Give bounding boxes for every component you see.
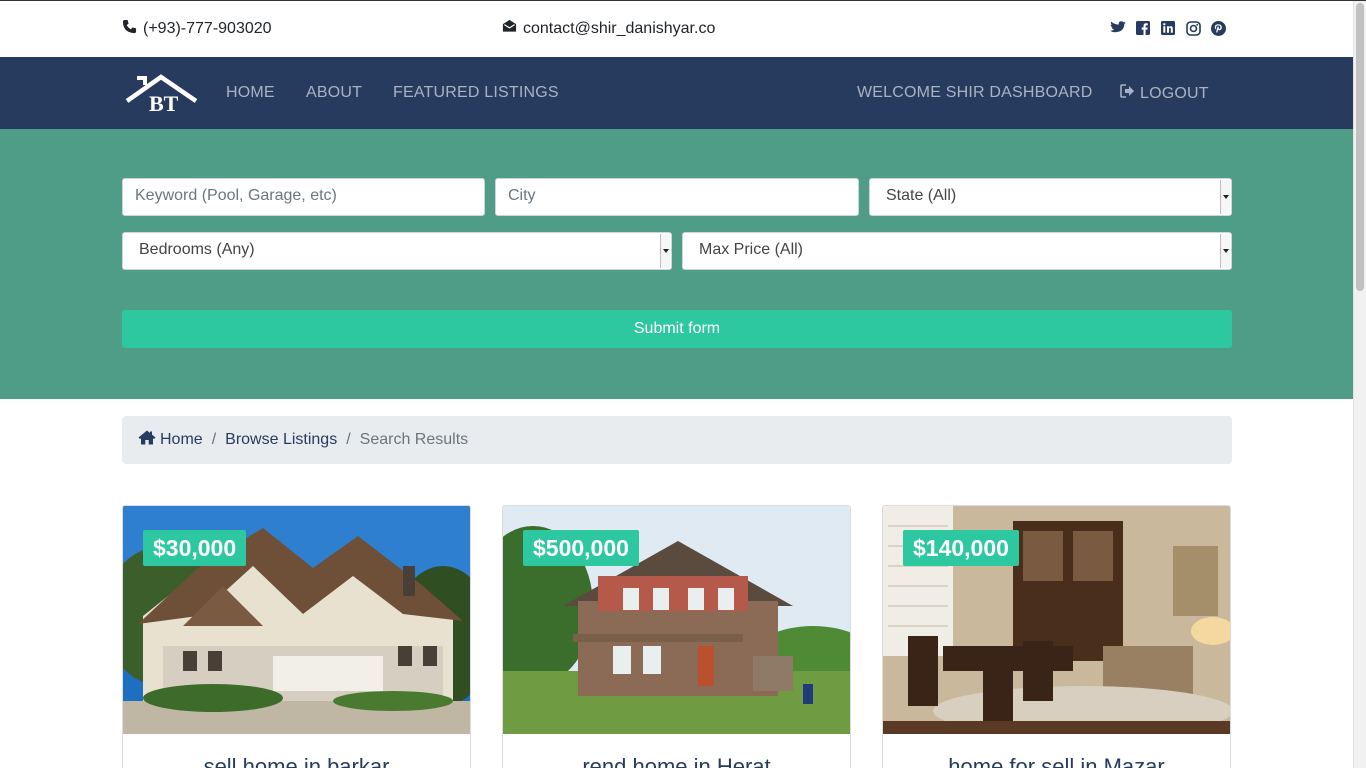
state-select[interactable]: State (All) — [869, 178, 1232, 216]
listing-price-badge: $500,000 — [523, 530, 639, 566]
top-contact-bar: (+93)-777-903020 contact@shir_danishyar.… — [0, 1, 1353, 57]
listing-card[interactable]: $30,000 sell home in barkar — [122, 505, 471, 768]
max-price-select-value: Max Price (All) — [699, 241, 804, 258]
home-icon — [138, 430, 156, 450]
listing-price-badge: $30,000 — [143, 530, 247, 566]
pinterest-icon[interactable] — [1210, 20, 1226, 36]
listing-card[interactable]: $500,000 rend home in Herat — [502, 505, 851, 768]
listing-photo: $30,000 — [123, 506, 470, 734]
listing-price-badge: $140,000 — [903, 530, 1019, 566]
brand-logo[interactable]: BT — [125, 73, 199, 116]
submit-button[interactable]: Submit form — [122, 310, 1232, 348]
breadcrumb: Home / Browse Listings / Search Results — [122, 416, 1232, 464]
phone-icon — [122, 19, 137, 39]
dropdown-arrow-icon — [1220, 180, 1230, 214]
social-links — [1110, 20, 1226, 36]
main-navbar: BT HOME ABOUT FEATURED LISTINGS WELCOME … — [0, 57, 1353, 129]
phone-contact: (+93)-777-903020 — [122, 19, 272, 39]
twitter-icon[interactable] — [1110, 20, 1126, 36]
dropdown-arrow-icon — [660, 234, 670, 268]
breadcrumb-current: Search Results — [359, 431, 469, 448]
phone-number: (+93)-777-903020 — [143, 20, 272, 37]
email-contact: contact@shir_danishyar.co — [502, 19, 715, 38]
listing-title[interactable]: sell home in barkar — [123, 754, 470, 768]
facebook-icon[interactable] — [1135, 20, 1151, 36]
listing-photo: $500,000 — [503, 506, 850, 734]
vertical-scrollbar[interactable] — [1353, 1, 1366, 768]
breadcrumb-home-label: Home — [160, 431, 203, 448]
nav-logout-link[interactable]: LOGOUT — [1120, 84, 1209, 103]
sign-out-icon — [1120, 84, 1135, 103]
keyword-input[interactable]: Keyword (Pool, Garage, etc) — [122, 178, 485, 216]
logo-text: BT — [149, 91, 179, 115]
breadcrumb-browse-link[interactable]: Browse Listings — [225, 431, 337, 449]
max-price-select[interactable]: Max Price (All) — [682, 232, 1232, 270]
logout-label: LOGOUT — [1140, 84, 1209, 102]
bedrooms-select-value: Bedrooms (Any) — [139, 241, 255, 258]
search-section: Keyword (Pool, Garage, etc) City State (… — [0, 129, 1353, 399]
scrollbar-thumb[interactable] — [1356, 3, 1364, 291]
breadcrumb-separator: / — [346, 431, 351, 448]
city-input[interactable]: City — [495, 178, 859, 216]
envelope-icon — [502, 19, 517, 38]
listing-title[interactable]: rend home in Herat — [503, 754, 850, 768]
state-select-value: State (All) — [886, 187, 957, 204]
listing-title[interactable]: home for sell in Mazar — [883, 754, 1230, 768]
email-address: contact@shir_danishyar.co — [523, 19, 716, 37]
nav-home-link[interactable]: HOME — [226, 84, 275, 102]
listing-card[interactable]: $140,000 home for sell in Mazar — [882, 505, 1231, 768]
nav-about-link[interactable]: ABOUT — [306, 84, 362, 102]
dropdown-arrow-icon — [1220, 234, 1230, 268]
nav-dashboard-link[interactable]: WELCOME SHIR DASHBOARD — [857, 84, 1093, 102]
breadcrumb-home-link[interactable]: Home — [138, 430, 203, 450]
listing-photo: $140,000 — [883, 506, 1230, 734]
linkedin-icon[interactable] — [1160, 20, 1176, 36]
breadcrumb-separator: / — [211, 431, 217, 448]
instagram-icon[interactable] — [1185, 20, 1201, 36]
page: (+93)-777-903020 contact@shir_danishyar.… — [0, 0, 1366, 768]
nav-featured-listings-link[interactable]: FEATURED LISTINGS — [393, 84, 559, 102]
bedrooms-select[interactable]: Bedrooms (Any) — [122, 232, 672, 270]
